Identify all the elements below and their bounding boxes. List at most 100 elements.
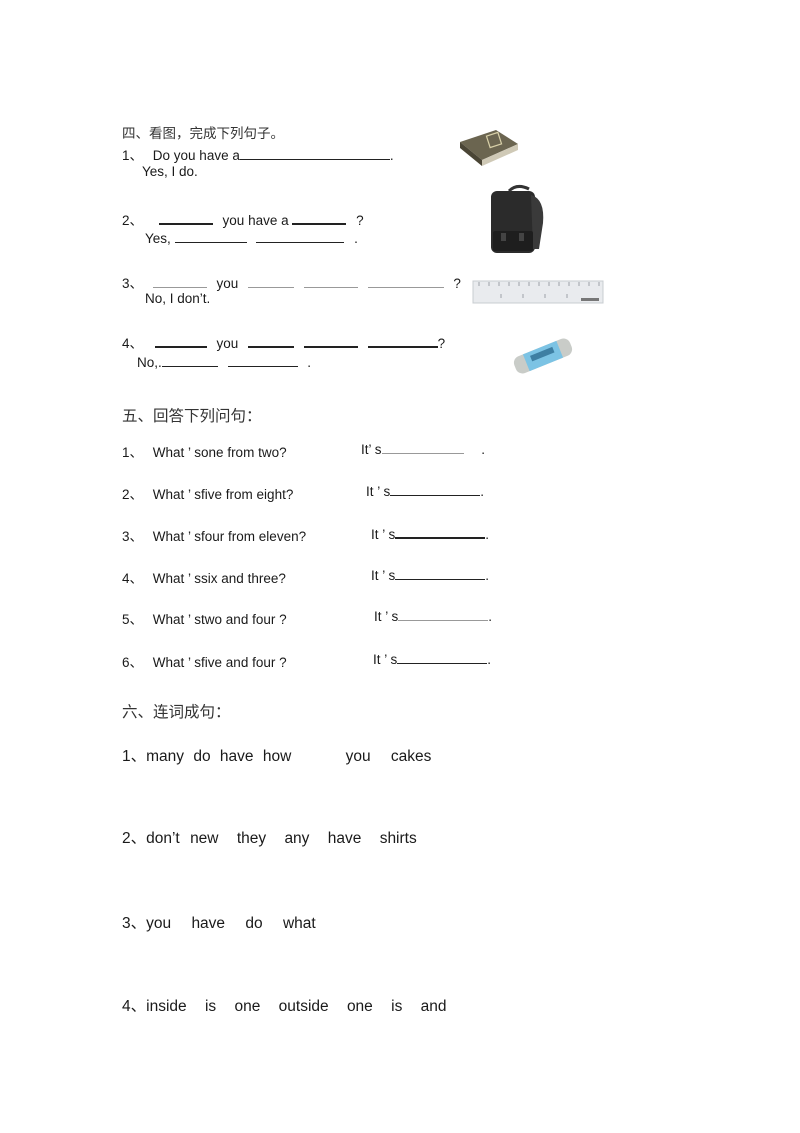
word: and — [420, 998, 447, 1015]
q-num: 2、 — [122, 213, 144, 228]
answer-blank[interactable] — [161, 354, 218, 367]
answer-blank[interactable] — [158, 211, 213, 225]
q-num: 3、 — [122, 529, 144, 544]
a-text: No,. — [137, 355, 162, 370]
a-text: It ’ s — [373, 652, 398, 667]
word: you — [146, 915, 172, 932]
s5-answer: It ’ s. — [366, 483, 484, 499]
a-text: It ’ s — [374, 609, 399, 624]
eraser-image — [511, 335, 575, 377]
s5-answer: It ’ s. — [373, 651, 491, 667]
a-end: . — [488, 609, 493, 624]
answer-blank[interactable] — [303, 275, 358, 288]
s4-q1-answer: Yes, I do. — [142, 164, 198, 179]
q-num: 4、 — [122, 571, 144, 586]
q-text: What ’ sfive from eight? — [152, 487, 294, 502]
q-text: What ’ stwo and four ? — [152, 612, 287, 627]
answer-blank[interactable] — [303, 334, 358, 348]
a-text: It ’ s — [371, 568, 396, 583]
answer-blank[interactable] — [367, 334, 438, 348]
a-text: Yes, — [145, 231, 171, 246]
word: do — [193, 748, 211, 765]
ruler-image — [471, 277, 605, 307]
q-num: 6、 — [122, 655, 144, 670]
q-num: 3、 — [122, 915, 147, 932]
q-num: 1、 — [122, 445, 144, 460]
book-image — [454, 124, 522, 168]
s6-item: 4、inside is one outside one is and — [122, 994, 447, 1016]
answer-blank[interactable] — [367, 275, 444, 288]
q-end: ? — [437, 336, 446, 351]
s5-item: 6、 What ’ sfive and four ? — [122, 651, 287, 671]
answer-blank[interactable] — [397, 651, 488, 664]
q-text: What ’ sfive and four ? — [152, 655, 287, 670]
a-text: It’ s — [361, 442, 382, 457]
word: do — [245, 915, 263, 932]
q-num: 1、 — [122, 148, 144, 163]
answer-blank[interactable] — [390, 483, 481, 496]
q-text: Do you have a — [152, 148, 240, 163]
answer-blank[interactable] — [227, 354, 298, 367]
answer-blank[interactable] — [398, 608, 489, 621]
word: you — [345, 748, 371, 765]
s5-item: 1、 What ’ sone from two? — [122, 441, 287, 461]
q-end: ? — [453, 276, 461, 291]
a-end: . — [480, 484, 485, 499]
s4-q4-answer: No,. . — [137, 354, 311, 370]
s5-item: 4、 What ’ ssix and three? — [122, 567, 286, 587]
q-end: . — [389, 148, 394, 163]
answer-blank[interactable] — [381, 441, 464, 454]
word: have — [219, 748, 254, 765]
answer-blank[interactable] — [256, 230, 345, 243]
word: have — [191, 915, 226, 932]
a-end: . — [307, 355, 312, 370]
word: new — [190, 830, 219, 847]
a-end: . — [487, 652, 492, 667]
word: they — [236, 830, 267, 847]
s6-item: 2、don’t new they any have shirts — [122, 826, 417, 848]
answer-blank[interactable] — [395, 525, 486, 539]
q-num: 5、 — [122, 612, 144, 627]
q-num: 3、 — [122, 276, 144, 291]
word: how — [262, 748, 292, 765]
a-end: . — [485, 527, 490, 542]
s4-q2-answer: Yes, . — [145, 230, 358, 246]
word: cakes — [390, 748, 432, 765]
s5-answer: It ’ s. — [374, 608, 492, 624]
a-end: . — [481, 442, 486, 457]
q-text: What ’ sone from two? — [152, 445, 287, 460]
q-num: 2、 — [122, 830, 147, 847]
word: one — [234, 998, 261, 1015]
q-text: you — [216, 336, 239, 351]
q-end: ? — [356, 213, 364, 228]
q-num: 4、 — [122, 998, 147, 1015]
section5-title: 五、回答下列问句： — [122, 407, 262, 425]
answer-blank[interactable] — [152, 275, 207, 288]
answer-blank[interactable] — [174, 230, 247, 243]
answer-blank[interactable] — [154, 334, 207, 348]
q-text: you have a — [222, 213, 289, 228]
s4-q3: 3、 you ? — [122, 272, 461, 292]
q-text: What ’ ssix and three? — [152, 571, 286, 586]
word: inside — [146, 998, 187, 1015]
word: many — [146, 748, 185, 765]
s5-answer: It ’ s. — [371, 567, 489, 583]
word: what — [282, 915, 316, 932]
answer-blank[interactable] — [239, 147, 390, 160]
s4-q1: 1、 Do you have a. — [122, 144, 394, 164]
s4-q2: 2、 you have a ? — [122, 209, 364, 229]
answer-blank[interactable] — [292, 211, 347, 225]
a-end: . — [354, 231, 358, 246]
q-text: you — [216, 276, 239, 291]
answer-blank[interactable] — [395, 567, 486, 580]
s6-item: 1、many do have how you cakes — [122, 744, 431, 766]
answer-blank[interactable] — [248, 275, 295, 288]
a-text: It ’ s — [371, 527, 396, 542]
answer-blank[interactable] — [248, 334, 295, 348]
q-text: What ’ sfour from eleven? — [152, 529, 307, 544]
s6-item: 3、you have do what — [122, 911, 316, 933]
section4-title: 四、看图，完成下列句子。 — [122, 126, 284, 142]
q-num: 2、 — [122, 487, 144, 502]
q-num: 4、 — [122, 336, 144, 351]
s5-item: 5、 What ’ stwo and four ? — [122, 608, 287, 628]
